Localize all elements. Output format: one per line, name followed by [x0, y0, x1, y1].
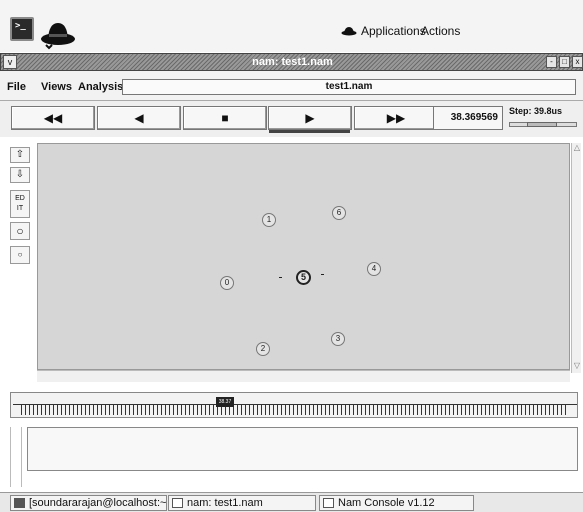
current-time-display: 38.369569 — [433, 106, 503, 130]
taskbar-item-terminal[interactable]: [soundararajan@localhost:~/De — [10, 495, 167, 511]
file-name-label: test1.nam — [122, 79, 576, 95]
window-icon — [323, 498, 334, 508]
small-circle-tool-button[interactable]: ○ — [10, 246, 30, 264]
network-node[interactable]: 4 — [367, 262, 381, 276]
taskbar-item-nam[interactable]: nam: test1.nam — [168, 495, 316, 511]
tool-strip: ⇧ ⇩ ED IT ○ ○ — [10, 143, 30, 268]
menu-file[interactable]: File — [7, 81, 26, 93]
minimize-button[interactable]: - — [546, 56, 557, 68]
fast-forward-button[interactable]: ▶▶ — [354, 106, 438, 130]
window-icon — [172, 498, 183, 508]
taskbar-item-label: nam: test1.nam — [187, 497, 263, 509]
timeline-thumb[interactable]: 38.37 — [216, 397, 234, 407]
stop-button[interactable]: ■ — [183, 106, 267, 130]
menu-views[interactable]: Views — [41, 81, 72, 93]
timeline-slider[interactable]: 38.37 — [10, 392, 578, 418]
edit-label-top: ED — [15, 195, 25, 202]
playback-controls: ◀◀ ◀ ■ ▶ ▶▶ 38.369569 Step: 39.8us — [0, 101, 583, 137]
step-slider-thumb[interactable] — [527, 122, 557, 127]
scroll-down-icon[interactable]: ▽ — [572, 361, 582, 371]
desktop-panel: >_ Applications Actions — [0, 0, 583, 52]
network-node[interactable]: 6 — [332, 206, 346, 220]
terminal-icon[interactable]: >_ — [10, 17, 34, 41]
network-node[interactable]: 3 — [331, 332, 345, 346]
canvas-horizontal-scrollbar[interactable] — [37, 370, 570, 382]
close-button[interactable]: x — [572, 56, 583, 68]
taskbar-item-label: [soundararajan@localhost:~/De — [29, 497, 167, 509]
edit-label-bottom: IT — [16, 205, 24, 212]
network-node[interactable]: 0 — [220, 276, 234, 290]
step-back-button[interactable]: ◀ — [97, 106, 181, 130]
step-control: Step: 39.8us — [505, 106, 579, 130]
maximize-button[interactable]: □ — [559, 56, 570, 68]
circle-tool-button[interactable]: ○ — [10, 222, 30, 240]
applications-menu[interactable]: Applications — [361, 24, 426, 38]
step-slider[interactable] — [509, 122, 577, 127]
play-button[interactable]: ▶ — [268, 106, 352, 130]
annotation-scrollbar[interactable] — [10, 427, 22, 487]
network-canvas[interactable]: 1 6 0 5 4 3 2 — [37, 143, 570, 370]
step-label: Step: 39.8us — [509, 106, 563, 116]
window-titlebar[interactable]: v nam: test1.nam - □ x — [0, 53, 583, 71]
annotation-panel[interactable] — [27, 427, 578, 471]
scroll-up-icon[interactable]: △ — [572, 143, 582, 153]
network-node[interactable]: 2 — [256, 342, 270, 356]
taskbar-item-nam-console[interactable]: Nam Console v1.12 — [319, 495, 474, 511]
redhat-icon[interactable] — [40, 15, 76, 51]
menu-analysis[interactable]: Analysis — [78, 81, 123, 93]
taskbar: [soundararajan@localhost:~/De nam: test1… — [0, 492, 583, 512]
timeline-ticks — [21, 405, 567, 415]
canvas-vertical-scrollbar[interactable]: △ ▽ — [571, 143, 581, 373]
packet — [279, 277, 282, 278]
window-title: nam: test1.nam — [252, 56, 333, 68]
zoom-in-button[interactable]: ⇧ — [10, 147, 30, 163]
zoom-out-button[interactable]: ⇩ — [10, 167, 30, 183]
taskbar-item-label: Nam Console v1.12 — [338, 497, 435, 509]
applications-hat-icon — [341, 27, 357, 36]
actions-menu[interactable]: Actions — [421, 24, 460, 38]
network-node[interactable]: 1 — [262, 213, 276, 227]
network-node[interactable]: 5 — [296, 270, 311, 285]
edit-button[interactable]: ED IT — [10, 190, 30, 218]
menu-bar: File Views Analysis test1.nam — [0, 71, 583, 101]
terminal-window-icon — [14, 498, 25, 508]
rewind-button[interactable]: ◀◀ — [11, 106, 95, 130]
packet — [321, 274, 324, 275]
play-active-indicator — [269, 130, 350, 133]
